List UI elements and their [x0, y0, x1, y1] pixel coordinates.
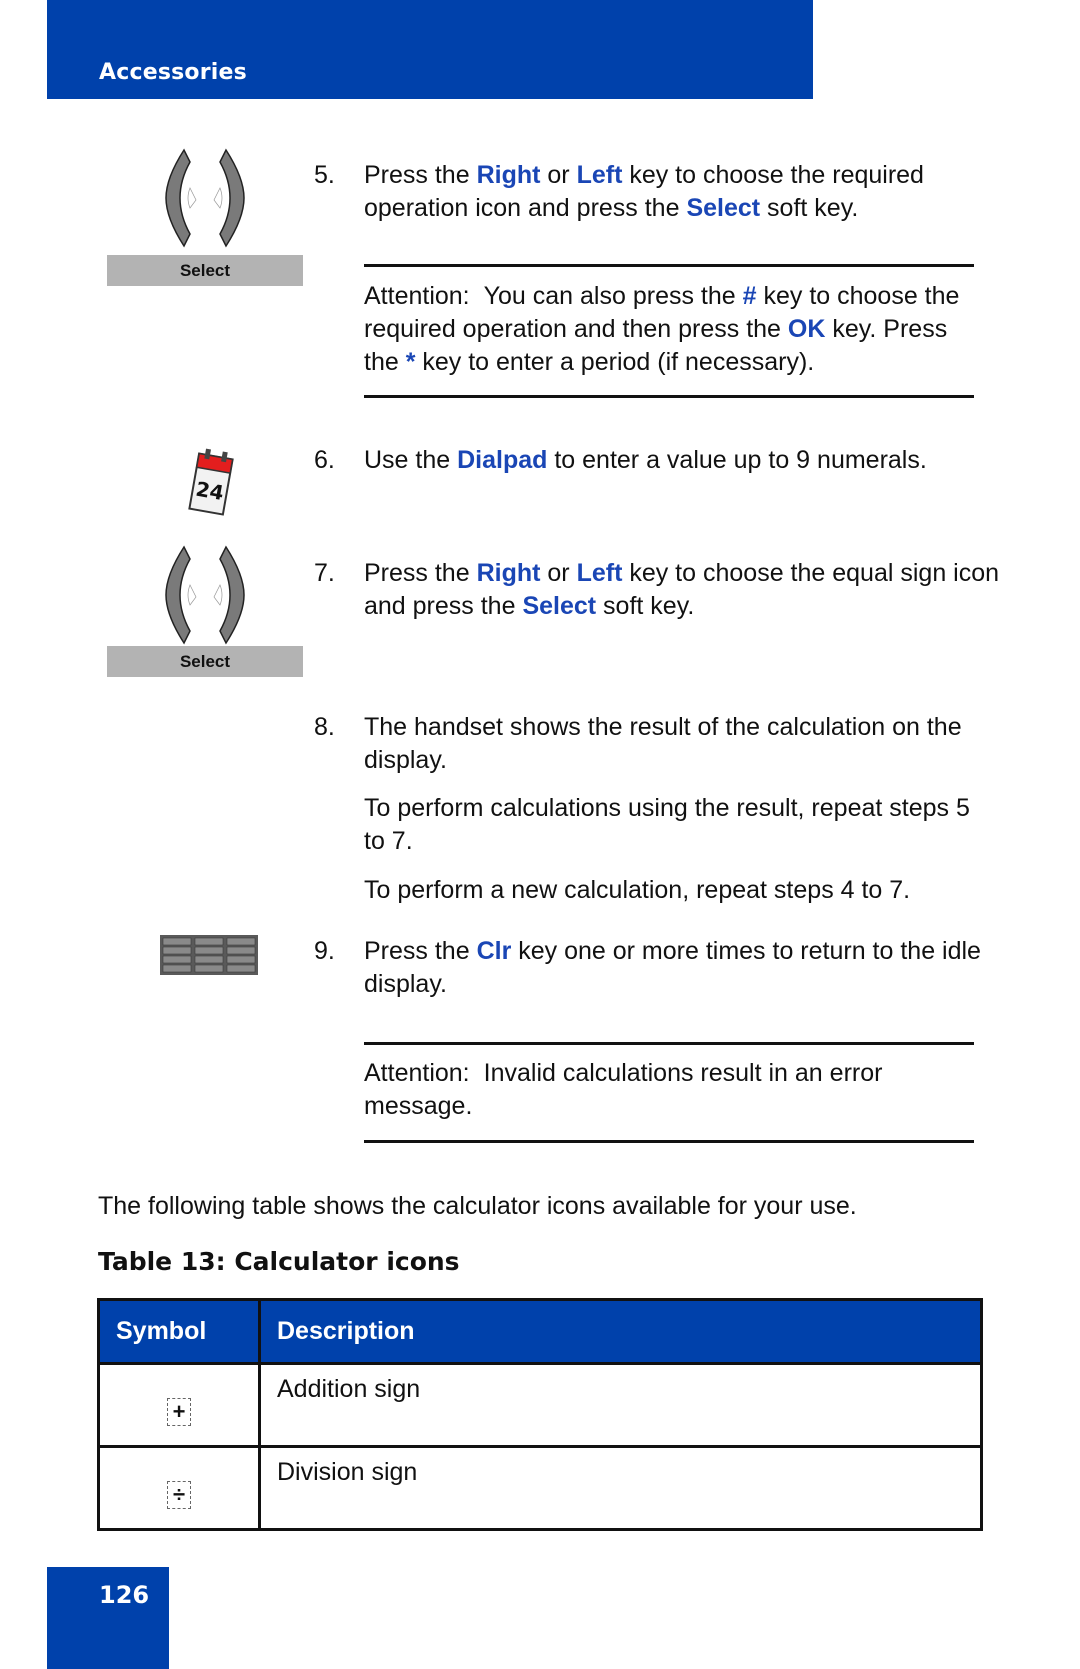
- column-header-description: Description: [258, 1298, 983, 1365]
- left-right-navigation-key-icon: [165, 148, 245, 248]
- keyword-right: Right: [476, 559, 541, 587]
- keyword-right: Right: [476, 161, 541, 189]
- calendar-icon: 24: [188, 448, 234, 516]
- keyword-clr: Clr: [476, 937, 512, 965]
- step-8-note-2: To perform a new calculation, repeat ste…: [364, 876, 911, 904]
- attention-label: Attention:: [364, 1059, 470, 1087]
- symbol-cell: +: [97, 1362, 261, 1448]
- divider: [364, 395, 974, 398]
- step-text: Press the Right or Left key to choose th…: [364, 559, 1000, 620]
- step-number: 5.: [314, 161, 335, 189]
- step-number: 6.: [314, 446, 335, 474]
- select-softkey: Select: [107, 255, 303, 286]
- section-title: Accessories: [99, 60, 247, 85]
- divider: [364, 264, 974, 267]
- attention-note: Attention: You can also press the # key t…: [364, 282, 960, 376]
- divider: [364, 1042, 974, 1045]
- table-caption: Table 13: Calculator icons: [98, 1247, 460, 1276]
- keyword-left: Left: [576, 559, 623, 587]
- step-text: Press the Clr key one or more times to r…: [364, 937, 981, 998]
- left-right-navigation-key-icon: [165, 545, 245, 645]
- step-text: Press the Right or Left key to choose th…: [364, 161, 924, 222]
- page-number: 126: [99, 1581, 150, 1609]
- keyword-left: Left: [576, 161, 623, 189]
- description-cell: Division sign: [258, 1445, 983, 1531]
- step-number: 7.: [314, 559, 335, 587]
- calendar-day: 24: [194, 477, 226, 505]
- keyword-hash: #: [742, 282, 757, 310]
- keyword-ok: OK: [787, 315, 826, 343]
- step-text: The handset shows the result of the calc…: [364, 713, 962, 774]
- keyword-select: Select: [522, 592, 597, 620]
- symbol-cell: ÷: [97, 1445, 261, 1531]
- step-8-note-1: To perform calculations using the result…: [364, 794, 970, 855]
- table-intro: The following table shows the calculator…: [98, 1192, 857, 1220]
- divider: [364, 1140, 974, 1143]
- keyword-dialpad: Dialpad: [457, 446, 548, 474]
- calculator-icons-table: Symbol Description + Addition sign ÷ Div…: [97, 1298, 983, 1531]
- page-number-box: 126: [47, 1567, 169, 1669]
- step-number: 8.: [314, 713, 335, 741]
- column-header-symbol: Symbol: [97, 1298, 261, 1365]
- division-sign-icon: ÷: [167, 1481, 191, 1509]
- description-cell: Addition sign: [258, 1362, 983, 1448]
- table-row: ÷ Division sign: [97, 1445, 983, 1531]
- keyword-star: *: [405, 348, 416, 376]
- addition-sign-icon: +: [167, 1398, 191, 1426]
- header-bar: Accessories: [47, 0, 813, 99]
- step-text: Use the Dialpad to enter a value up to 9…: [364, 446, 927, 474]
- keypad-icon: [160, 935, 258, 975]
- table-row: + Addition sign: [97, 1362, 983, 1448]
- attention-label: Attention:: [364, 282, 470, 310]
- attention-note: Attention: Invalid calculations result in…: [364, 1059, 883, 1120]
- step-number: 9.: [314, 937, 335, 965]
- table-header-row: Symbol Description: [97, 1298, 983, 1365]
- select-softkey: Select: [107, 646, 303, 677]
- keyword-select: Select: [686, 194, 761, 222]
